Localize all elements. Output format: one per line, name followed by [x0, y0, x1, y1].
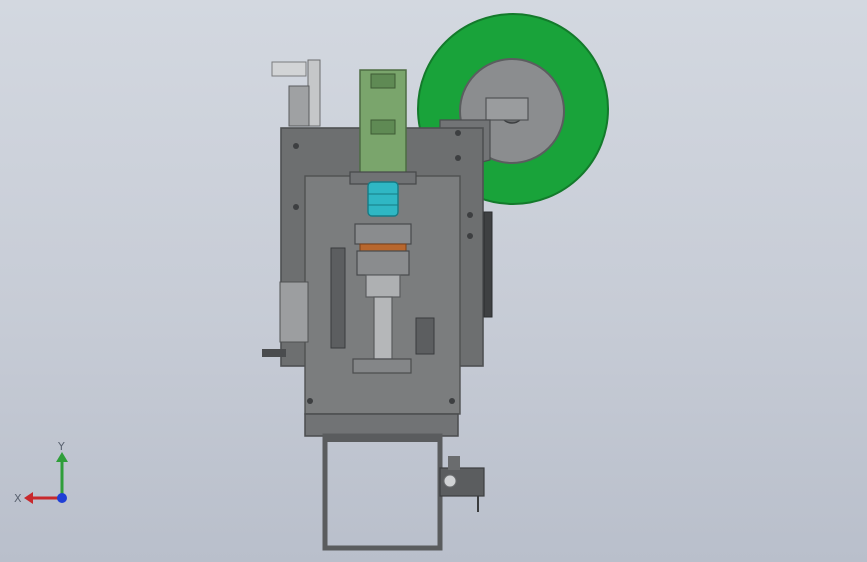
right-guide[interactable] [415, 317, 435, 355]
base-stand[interactable] [322, 433, 443, 551]
slide-window-bottom [370, 119, 396, 135]
z-axis-icon [57, 493, 67, 503]
reference-triad: Y X [14, 440, 68, 505]
top-cylinder[interactable] [271, 59, 321, 127]
motor-mount[interactable] [448, 456, 460, 470]
coupling[interactable] [367, 181, 399, 217]
fitting[interactable] [271, 61, 307, 77]
machine-assembly-model[interactable] [0, 0, 867, 562]
upper-die[interactable] [354, 223, 412, 245]
cylinder-barrel[interactable] [307, 59, 321, 127]
die-plate[interactable] [359, 243, 407, 252]
graphics-viewport[interactable]: Y X [0, 0, 867, 562]
slide-window-top [370, 73, 396, 89]
y-axis-arrow-icon [56, 452, 68, 462]
piston-foot[interactable] [352, 358, 412, 374]
coupling-body[interactable] [367, 181, 399, 217]
piston-housing[interactable] [365, 274, 401, 298]
servo-motor[interactable] [439, 456, 485, 512]
left-shaft[interactable] [262, 349, 286, 357]
base-plate[interactable] [304, 413, 459, 437]
crank-arm[interactable] [485, 97, 529, 121]
x-axis-arrow-icon [24, 492, 33, 504]
cylinder-cap[interactable] [288, 85, 310, 127]
x-axis-label: X [14, 492, 22, 505]
left-bracket[interactable] [279, 281, 309, 343]
left-guide[interactable] [330, 247, 346, 349]
side-rail[interactable] [483, 211, 493, 318]
motor-shaft [443, 474, 457, 488]
lower-die[interactable] [356, 250, 410, 276]
piston-rod[interactable] [373, 296, 393, 360]
upper-slide[interactable] [359, 69, 407, 174]
y-axis-label: Y [57, 440, 65, 453]
